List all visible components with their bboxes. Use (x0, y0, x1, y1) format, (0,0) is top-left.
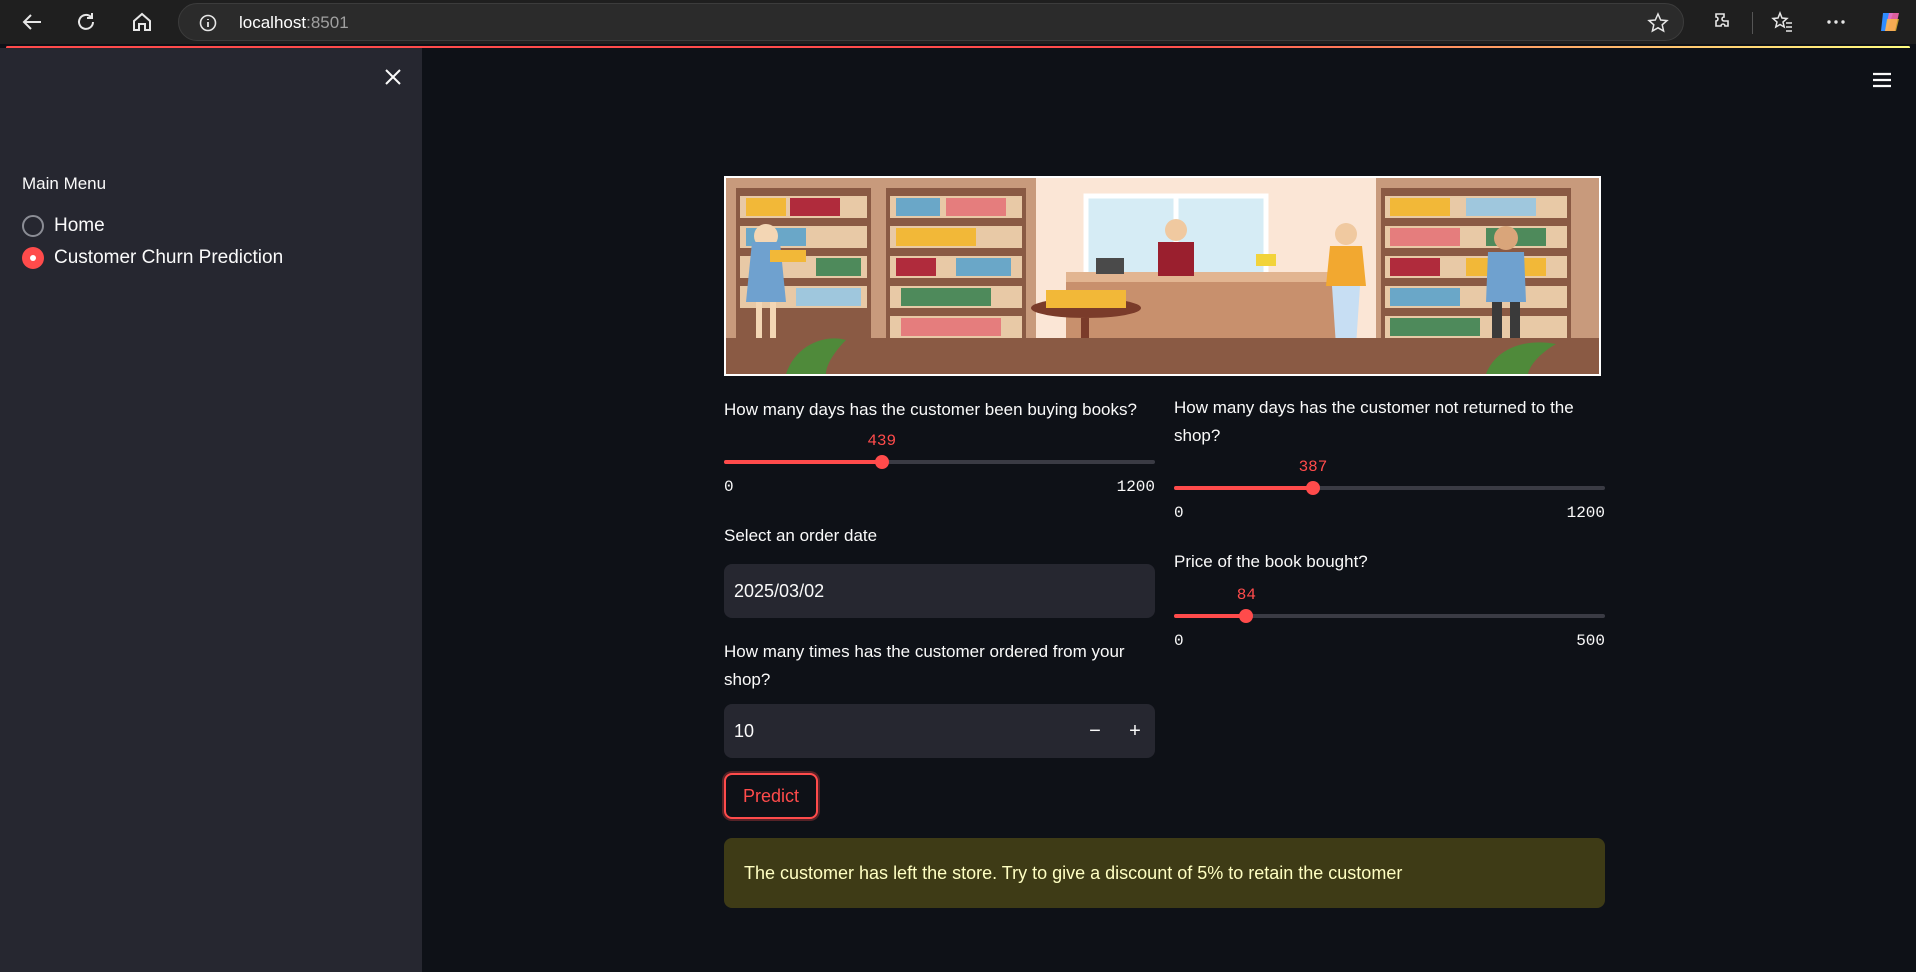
sidebar-item-churn-prediction[interactable]: Customer Churn Prediction (22, 247, 283, 269)
book-price-slider[interactable]: 84 0 500 (1174, 586, 1605, 650)
days-buying-slider[interactable]: 439 0 1200 (724, 432, 1155, 496)
slider-fill (1174, 614, 1247, 618)
order-count-label: How many times has the customer ordered … (724, 642, 1125, 689)
address-bar[interactable]: localhost:8501 (178, 3, 1684, 41)
radio-selected-icon[interactable] (22, 247, 44, 269)
order-count-stepper[interactable]: 10 − + (724, 704, 1155, 758)
extensions-icon[interactable] (1706, 6, 1738, 38)
reload-icon[interactable] (70, 6, 102, 38)
hamburger-menu-icon[interactable] (1868, 68, 1896, 92)
url-text: localhost:8501 (239, 13, 349, 33)
radio-unselected-icon[interactable] (22, 215, 44, 237)
bookstore-banner-image (724, 176, 1601, 376)
book-price-label: Price of the book bought? (1174, 552, 1368, 571)
order-date-input[interactable]: 2025/03/02 (724, 564, 1155, 618)
sidebar-item-label: Customer Churn Prediction (54, 247, 284, 268)
increment-button[interactable]: + (1115, 704, 1155, 758)
slider-min: 0 (724, 478, 734, 496)
slider-min: 0 (1174, 504, 1184, 522)
slider-thumb[interactable] (1305, 481, 1320, 495)
toolbar-separator (1752, 12, 1753, 34)
sidebar-menu-title: Main Menu (22, 174, 107, 193)
favorites-icon[interactable] (1766, 6, 1798, 38)
favorite-star-icon[interactable] (1647, 12, 1669, 39)
site-info-icon[interactable] (199, 14, 217, 37)
predict-button[interactable]: Predict (724, 773, 818, 819)
order-count-value: 10 (734, 720, 755, 741)
days-not-returned-label: How many days has the customer not retur… (1174, 398, 1574, 445)
browser-toolbar: localhost:8501 (0, 0, 1916, 44)
prediction-result-text: The customer has left the store. Try to … (744, 862, 1403, 883)
back-icon[interactable] (16, 6, 48, 38)
sidebar-item-home[interactable]: Home (22, 215, 105, 237)
copilot-icon[interactable] (1874, 6, 1906, 38)
slider-value: 439 (867, 432, 897, 450)
slider-min: 0 (1174, 632, 1184, 650)
slider-thumb[interactable] (1239, 609, 1254, 623)
home-icon[interactable] (126, 6, 158, 38)
decrement-button[interactable]: − (1075, 704, 1115, 758)
more-options-icon[interactable] (1820, 6, 1852, 38)
order-date-label: Select an order date (724, 526, 878, 545)
slider-max: 1200 (1116, 478, 1155, 496)
sidebar: Main Menu Home Customer Churn Prediction (0, 48, 422, 972)
order-date-value: 2025/03/02 (734, 580, 825, 601)
slider-value: 387 (1298, 458, 1328, 476)
slider-value: 84 (1236, 586, 1257, 604)
close-sidebar-icon[interactable] (378, 62, 408, 92)
sidebar-item-label: Home (54, 215, 105, 236)
slider-thumb[interactable] (874, 455, 889, 469)
main-content: How many days has the customer been buyi… (422, 48, 1916, 972)
slider-max: 1200 (1566, 504, 1605, 522)
slider-fill (1174, 486, 1313, 490)
url-host: localhost (239, 13, 307, 32)
days-not-returned-slider[interactable]: 387 0 1200 (1174, 458, 1605, 522)
slider-fill (724, 460, 882, 464)
days-buying-label: How many days has the customer been buyi… (724, 400, 1137, 419)
prediction-result-alert: The customer has left the store. Try to … (724, 838, 1605, 908)
url-port: :8501 (306, 13, 349, 32)
slider-max: 500 (1576, 632, 1605, 650)
